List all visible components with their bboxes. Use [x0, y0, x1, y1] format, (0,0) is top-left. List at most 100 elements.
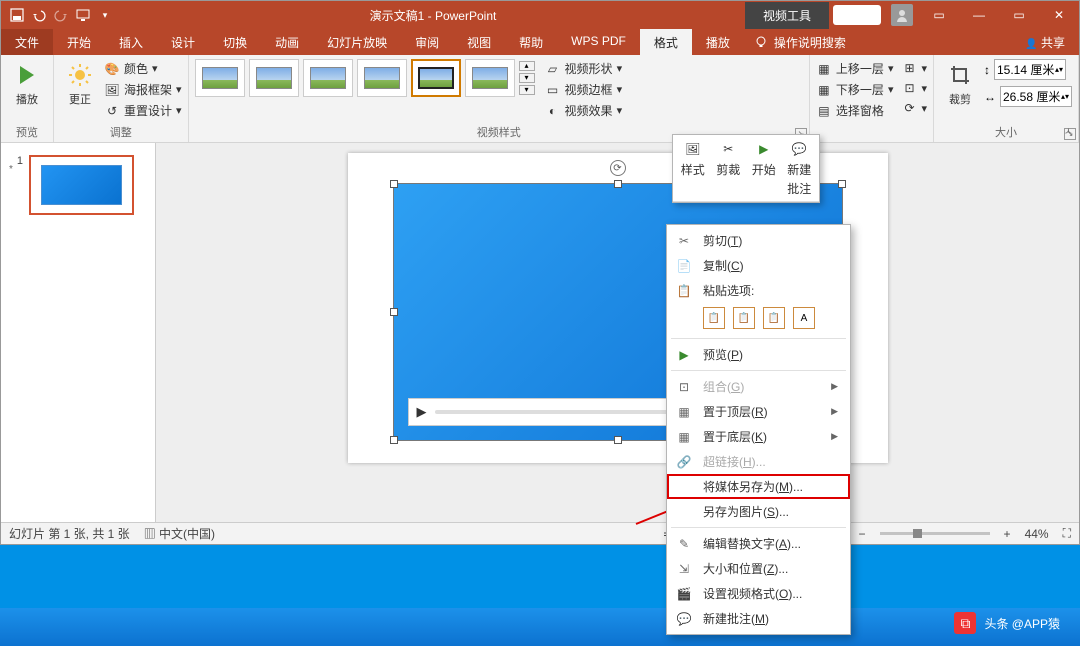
fit-window-icon[interactable]: ⛶: [1063, 526, 1071, 541]
style-thumb[interactable]: [465, 59, 515, 97]
statusbar: 幻灯片 第 1 张, 共 1 张 ▥ 中文(中国) ≐ 备注 💬 批 ▦ ⊞ ▭…: [1, 522, 1079, 544]
zoom-out-button[interactable]: −: [859, 527, 866, 541]
group-arrange: ▦上移一层 ▾ ▦下移一层 ▾ ▤选择窗格 ⊞▾ ⊡▾ ⟳▾: [810, 55, 934, 142]
share-button[interactable]: 👤 共享: [1011, 29, 1079, 55]
collapse-ribbon-icon[interactable]: ㅅ: [1064, 123, 1073, 138]
resize-handle[interactable]: [390, 308, 398, 316]
start-icon: ▶: [754, 139, 774, 159]
paste-option-1[interactable]: 📋: [703, 307, 725, 329]
group-button[interactable]: ⊡▾: [901, 79, 927, 97]
cm-cut[interactable]: ✂剪切(T): [667, 228, 850, 253]
cm-format-video[interactable]: 🎬设置视频格式(O)...: [667, 581, 850, 606]
bring-forward-button[interactable]: ▦上移一层 ▾: [816, 59, 894, 78]
tab-transitions[interactable]: 切换: [209, 29, 261, 55]
cm-save-media-as[interactable]: 将媒体另存为(M)...: [667, 474, 850, 499]
tab-format[interactable]: 格式: [640, 29, 692, 55]
video-styles-gallery[interactable]: ▴▾▾: [195, 59, 535, 97]
video-border-button[interactable]: ▭视频边框 ▾: [545, 80, 623, 99]
rotate-button[interactable]: ⟳▾: [901, 99, 927, 117]
poster-frame-button[interactable]: 🖼海报框架 ▾: [104, 80, 182, 99]
resize-handle[interactable]: [390, 180, 398, 188]
comment-icon: 💬: [675, 611, 693, 627]
minimize-button[interactable]: —: [959, 1, 999, 29]
tab-view[interactable]: 视图: [453, 29, 505, 55]
crop-button[interactable]: 裁剪: [940, 59, 980, 109]
cm-preview[interactable]: ▶预览(P): [667, 342, 850, 367]
zoom-in-button[interactable]: +: [1004, 527, 1011, 541]
qat-more-icon[interactable]: ▾: [97, 7, 113, 23]
slide-thumbnail-1[interactable]: 1 *: [9, 155, 147, 215]
slide-thumbnails-pane[interactable]: 1 *: [1, 143, 156, 522]
video-shape-button[interactable]: ▱视频形状 ▾: [545, 59, 623, 78]
tab-home[interactable]: 开始: [53, 29, 105, 55]
reset-design-button[interactable]: ↺重置设计 ▾: [104, 101, 182, 120]
tab-review[interactable]: 审阅: [401, 29, 453, 55]
cm-copy[interactable]: 📄复制(C): [667, 253, 850, 278]
mini-trim-button[interactable]: ✂剪裁: [716, 139, 740, 197]
slide-canvas[interactable]: ⟳ ▶: [156, 143, 1079, 522]
account-avatar-icon[interactable]: [891, 4, 913, 26]
watermark: ⧉ 头条 @APP猿: [954, 612, 1060, 634]
paste-option-4[interactable]: A: [793, 307, 815, 329]
tab-help[interactable]: 帮助: [505, 29, 557, 55]
rotate-handle[interactable]: ⟳: [610, 160, 626, 176]
tell-me-search[interactable]: 操作说明搜索: [744, 29, 856, 55]
tab-wps-pdf[interactable]: WPS PDF: [557, 29, 640, 55]
style-thumb[interactable]: [303, 59, 353, 97]
paste-option-2[interactable]: 📋: [733, 307, 755, 329]
resize-handle[interactable]: [390, 436, 398, 444]
color-button[interactable]: 🎨颜色 ▾: [104, 59, 182, 78]
cm-bring-front[interactable]: ▦置于顶层(R)▶: [667, 399, 850, 424]
mini-style-button[interactable]: 🖼样式: [681, 139, 705, 197]
context-menu: ✂剪切(T) 📄复制(C) 📋粘贴选项: 📋 📋 📋 A ▶预览(P) ⊡组合(…: [666, 224, 851, 635]
tab-insert[interactable]: 插入: [105, 29, 157, 55]
undo-icon[interactable]: [31, 7, 47, 23]
tab-slideshow[interactable]: 幻灯片放映: [313, 29, 401, 55]
resize-handle[interactable]: [614, 180, 622, 188]
corrections-button[interactable]: 更正: [60, 59, 100, 109]
style-thumb[interactable]: [195, 59, 245, 97]
mini-comment-button[interactable]: 💬新建批注: [787, 139, 811, 197]
maximize-button[interactable]: ▭: [999, 1, 1039, 29]
tab-playback[interactable]: 播放: [692, 29, 744, 55]
style-thumb[interactable]: [249, 59, 299, 97]
cm-paste-header: 📋粘贴选项:: [667, 278, 850, 303]
close-button[interactable]: ✕: [1039, 1, 1079, 29]
resize-handle[interactable]: [838, 180, 846, 188]
width-input[interactable]: ↔26.58 厘米▴▾: [984, 86, 1072, 107]
cm-send-back[interactable]: ▦置于底层(K)▶: [667, 424, 850, 449]
border-icon: ▭: [545, 82, 561, 98]
mini-start-button[interactable]: ▶开始: [752, 139, 776, 197]
style-thumb[interactable]: [357, 59, 407, 97]
resize-handle[interactable]: [614, 436, 622, 444]
redo-icon[interactable]: [53, 7, 69, 23]
zoom-slider[interactable]: [880, 532, 990, 535]
document-title: 演示文稿1 - PowerPoint: [121, 7, 745, 24]
gallery-expand[interactable]: ▴▾▾: [519, 61, 535, 95]
paste-option-3[interactable]: 📋: [763, 307, 785, 329]
play-button[interactable]: ▶: [409, 404, 435, 420]
send-backward-button[interactable]: ▦下移一层 ▾: [816, 80, 894, 99]
account-name[interactable]: [833, 5, 881, 25]
rotate-icon: ⟳: [901, 100, 917, 116]
style-thumb-selected[interactable]: [411, 59, 461, 97]
tab-animations[interactable]: 动画: [261, 29, 313, 55]
zoom-level[interactable]: 44%: [1025, 527, 1049, 541]
tab-design[interactable]: 设计: [157, 29, 209, 55]
tab-file[interactable]: 文件: [1, 29, 53, 55]
play-preview-button[interactable]: 播放: [7, 59, 47, 109]
save-icon[interactable]: [9, 7, 25, 23]
slide-counter[interactable]: 幻灯片 第 1 张, 共 1 张: [9, 525, 130, 542]
language-indicator[interactable]: ▥ 中文(中国): [144, 525, 215, 542]
cm-save-as-picture[interactable]: 另存为图片(S)...: [667, 499, 850, 524]
video-effects-button[interactable]: ◐视频效果 ▾: [545, 101, 623, 120]
windows-taskbar[interactable]: [0, 608, 1080, 646]
cm-edit-alt-text[interactable]: ✎编辑替换文字(A)...: [667, 531, 850, 556]
start-from-beginning-icon[interactable]: [75, 7, 91, 23]
cm-new-comment[interactable]: 💬新建批注(M): [667, 606, 850, 631]
height-input[interactable]: ↕15.14 厘米▴▾: [984, 59, 1072, 80]
selection-pane-button[interactable]: ▤选择窗格: [816, 101, 894, 120]
cm-size-position[interactable]: ⇲大小和位置(Z)...: [667, 556, 850, 581]
align-button[interactable]: ⊞▾: [901, 59, 927, 77]
ribbon-display-button[interactable]: ▭: [919, 1, 959, 29]
